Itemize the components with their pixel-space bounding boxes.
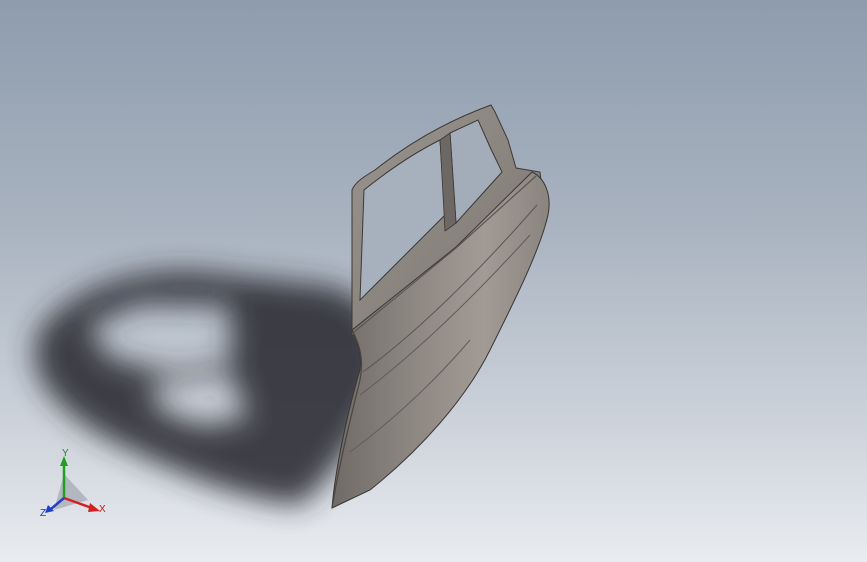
x-axis-label: X [99,504,106,515]
y-axis-label: Y [62,448,69,459]
model-scene[interactable] [0,0,867,562]
graphics-viewport[interactable]: Y X Z [0,0,867,562]
door-model[interactable] [331,104,550,509]
axis-triad: Y X Z [40,448,106,519]
z-axis-label: Z [40,508,46,519]
